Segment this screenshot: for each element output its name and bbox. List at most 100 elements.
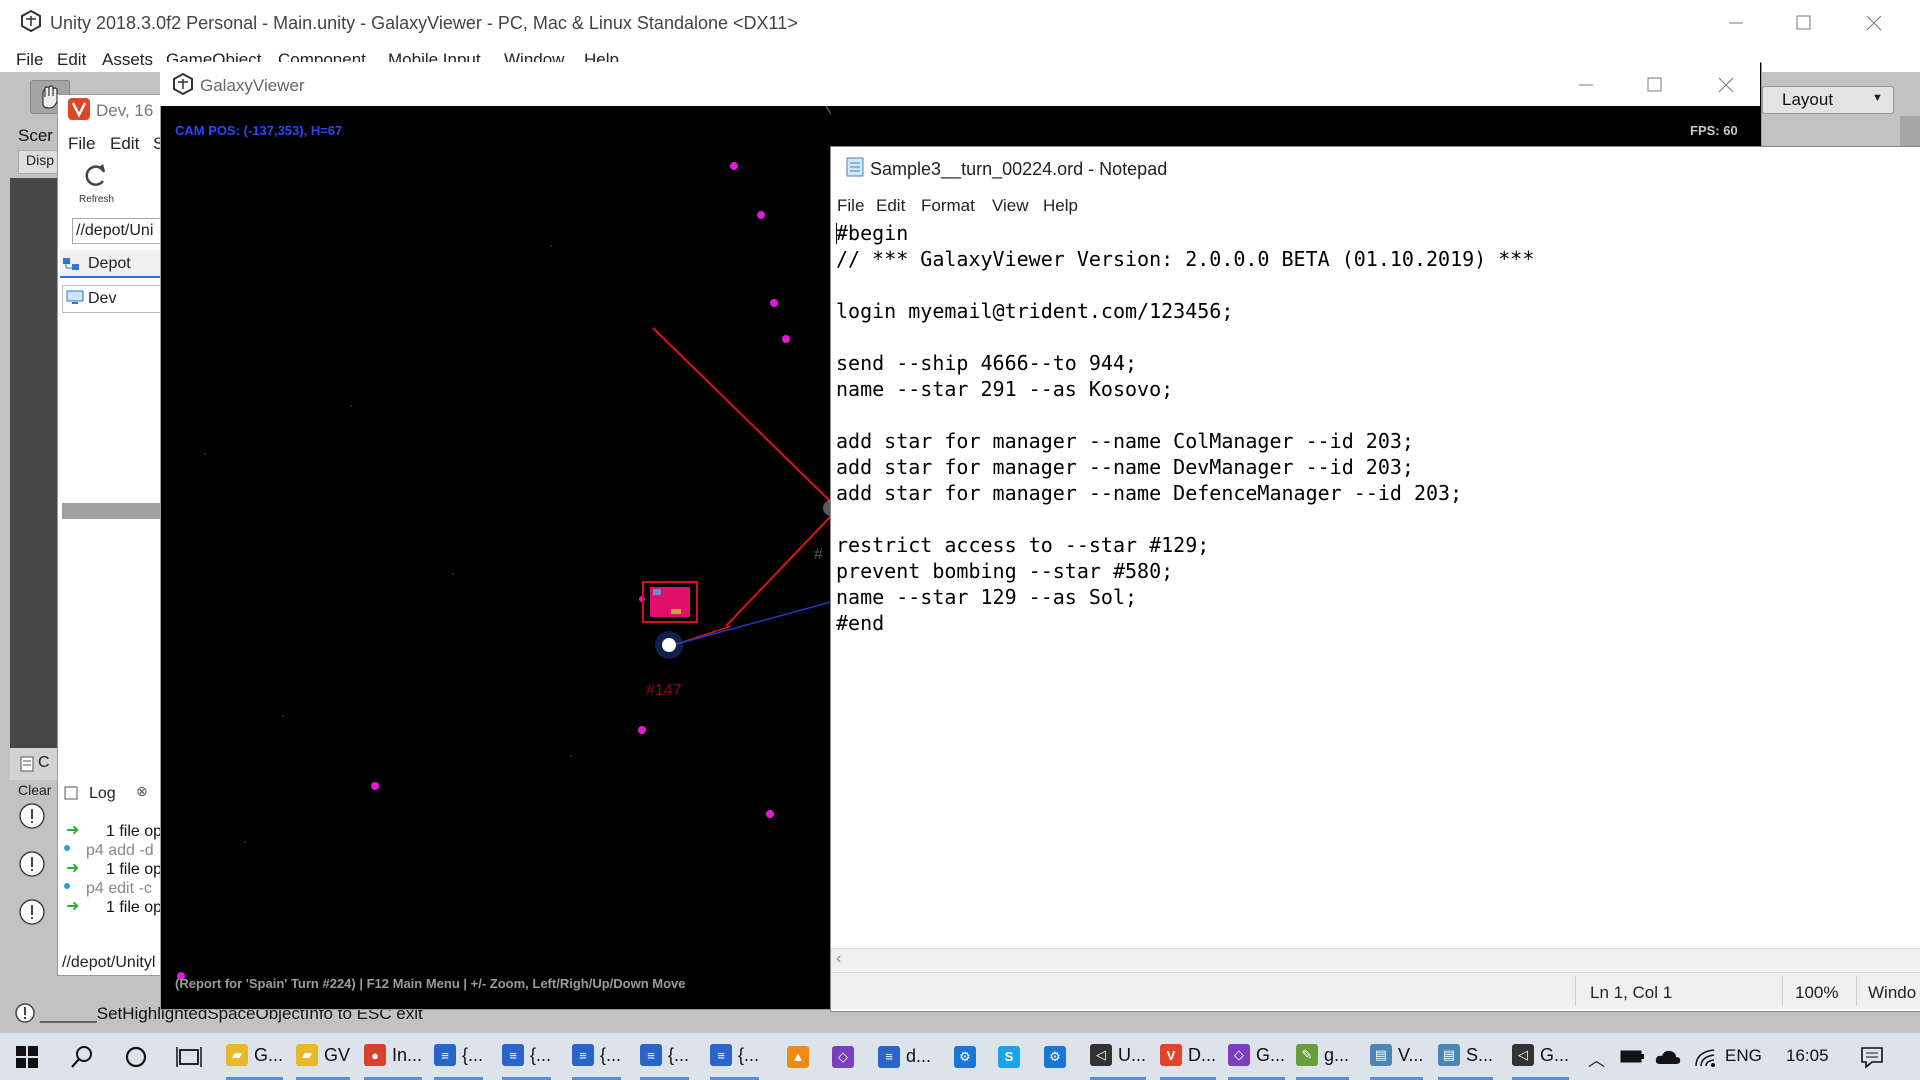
star-marker[interactable] [782, 335, 790, 343]
notepad-menu-help[interactable]: Help [1043, 196, 1078, 216]
folder-icon: ▰ [296, 1044, 318, 1066]
unity-menu-assets[interactable]: Assets [102, 50, 153, 70]
notepad-menu-edit[interactable]: Edit [876, 196, 905, 216]
background-star [570, 755, 572, 757]
taskbar-item-skype[interactable]: S [998, 1033, 1020, 1080]
taskbar-item-explorer-2[interactable]: ▰ GV [296, 1033, 351, 1080]
taskbar-item-vs-code-4[interactable]: ≡ {... [640, 1033, 690, 1080]
taskbar-item-vs-2[interactable]: ◇ G... [1228, 1033, 1286, 1080]
taskbar-item-label: GV [324, 1044, 351, 1065]
taskbar-item-doc-app[interactable]: ≡ d... [878, 1033, 931, 1080]
text-caret [836, 223, 837, 244]
notepad-horizontal-scrollbar[interactable] [831, 948, 1920, 973]
log-icon [64, 786, 78, 800]
battery-icon[interactable] [1620, 1048, 1646, 1066]
galaxyviewer-close-button[interactable] [1712, 72, 1740, 98]
p4v-scrollbar[interactable] [62, 503, 160, 519]
notification-icon[interactable] [1860, 1045, 1884, 1069]
chevron-left-icon[interactable]: ‹ [836, 950, 841, 968]
tab-depot-label: Depot [88, 255, 131, 272]
status-separator [1782, 976, 1783, 1006]
task-view-icon[interactable] [176, 1045, 202, 1069]
star-marker[interactable] [371, 782, 379, 790]
taskbar-item-label: D... [1188, 1044, 1217, 1065]
console-tab[interactable] [10, 748, 60, 780]
notepad-menu-file[interactable]: File [837, 196, 864, 216]
search-icon[interactable] [70, 1045, 94, 1069]
scene-tab-label: Scer [18, 126, 53, 145]
background-star [452, 573, 454, 575]
taskbar-item-unity-2[interactable]: ◁ G... [1512, 1033, 1570, 1080]
taskbar-item-vs-code-3[interactable]: ≡ {... [572, 1033, 622, 1080]
star-label: #147 [646, 682, 682, 699]
windows-start-icon[interactable] [16, 1046, 38, 1068]
galaxy-footer-help: (Report for 'Spain' Turn #224) | F12 Mai… [175, 976, 686, 991]
wifi-icon[interactable] [1694, 1046, 1718, 1068]
galaxyviewer-minimize-button[interactable] [1572, 72, 1600, 98]
notepad-icon [844, 156, 866, 178]
taskbar-item-visual-studio[interactable]: ◇ [832, 1033, 854, 1080]
star-marker[interactable] [638, 726, 646, 734]
close-icon[interactable]: ⊗ [136, 783, 148, 800]
taskbar-item-notepad-1[interactable]: ▤ V... [1370, 1033, 1424, 1080]
taskbar-item-vs-code-1[interactable]: ≡ {... [434, 1033, 484, 1080]
scene-view-area[interactable] [10, 178, 60, 748]
warning-icon [18, 802, 46, 830]
taskbar-item-label: G... [1540, 1044, 1570, 1065]
notepad-title: Sample3__turn_00224.ord - Notepad [870, 159, 1168, 179]
galaxyviewer-maximize-button[interactable] [1640, 72, 1668, 98]
star-marker[interactable] [766, 810, 774, 818]
notepad-menu-format[interactable]: Format [921, 196, 975, 216]
tree-item-dev-label: Dev [88, 290, 117, 307]
input-language[interactable]: ENG [1725, 1046, 1762, 1066]
cortana-icon[interactable] [124, 1045, 148, 1069]
star-label: # [814, 546, 823, 563]
onedrive-icon[interactable] [1654, 1047, 1682, 1067]
unity-menu-edit[interactable]: Edit [57, 50, 86, 70]
tab-log-label: Log [89, 785, 116, 802]
document-icon: ≡ [434, 1044, 456, 1066]
star-marker[interactable] [730, 162, 738, 170]
unity-maximize-button[interactable] [1789, 10, 1817, 36]
p4v-menu-file[interactable]: File [68, 134, 95, 154]
zoom-level: 100% [1795, 983, 1839, 1002]
notepad-icon: ▤ [1370, 1044, 1392, 1066]
taskbar-item-settings[interactable]: ⚙ [954, 1033, 976, 1080]
taskbar-item-vlc[interactable]: ▲ [787, 1033, 809, 1080]
star-marker[interactable] [770, 299, 778, 307]
vivaldi-icon: V [1160, 1044, 1182, 1066]
route-line [825, 106, 831, 116]
console-clear-button[interactable]: Clear [18, 782, 51, 798]
p4v-menu-edit[interactable]: Edit [110, 134, 139, 154]
chevron-up-icon[interactable]: ︿ [1588, 1046, 1605, 1071]
background-star [244, 841, 246, 843]
notepad-menu-view[interactable]: View [992, 196, 1029, 216]
taskbar-item-chrome[interactable]: ● In... [364, 1033, 423, 1080]
route-line [725, 515, 831, 627]
taskbar-item-unity[interactable]: ◁ U... [1090, 1033, 1147, 1080]
taskbar-item-vs-code-2[interactable]: ≡ {... [502, 1033, 552, 1080]
galaxyviewer-title: GalaxyViewer [200, 76, 305, 95]
document-icon: ≡ [640, 1044, 662, 1066]
galaxyviewer-titlebar[interactable] [160, 62, 1760, 106]
taskbar-item-vivaldi[interactable]: V D... [1160, 1033, 1217, 1080]
star-marker[interactable] [757, 211, 765, 219]
taskbar-item-label: G... [1256, 1044, 1286, 1065]
gear-icon: ⚙ [954, 1045, 976, 1068]
log-line: 1 file op [106, 823, 163, 840]
system-clock[interactable]: 16:05 [1786, 1046, 1829, 1066]
taskbar-item-tools[interactable]: ⚙ [1044, 1033, 1066, 1080]
unity-minimize-button[interactable] [1722, 10, 1750, 36]
unity-close-button[interactable] [1860, 10, 1888, 36]
fps-counter: FPS: 60 [1690, 123, 1738, 138]
taskbar-item-paint[interactable]: ✎ g... [1296, 1033, 1350, 1080]
layout-dropdown-label: Layout [1782, 90, 1834, 109]
camera-position-readout: CAM POS: (-137,353), H=67 [175, 123, 343, 138]
visual-studio-icon: ◇ [1228, 1044, 1250, 1066]
unity-menu-file[interactable]: File [16, 50, 43, 70]
taskbar-item-notepad-2[interactable]: ▤ S... [1438, 1033, 1494, 1080]
arrow-right-icon: ➜ [66, 860, 80, 877]
taskbar-item-vs-code-5[interactable]: ≡ {... [710, 1033, 760, 1080]
star-147[interactable] [662, 638, 676, 652]
taskbar-item-explorer-1[interactable]: ▰ G... [226, 1033, 284, 1080]
